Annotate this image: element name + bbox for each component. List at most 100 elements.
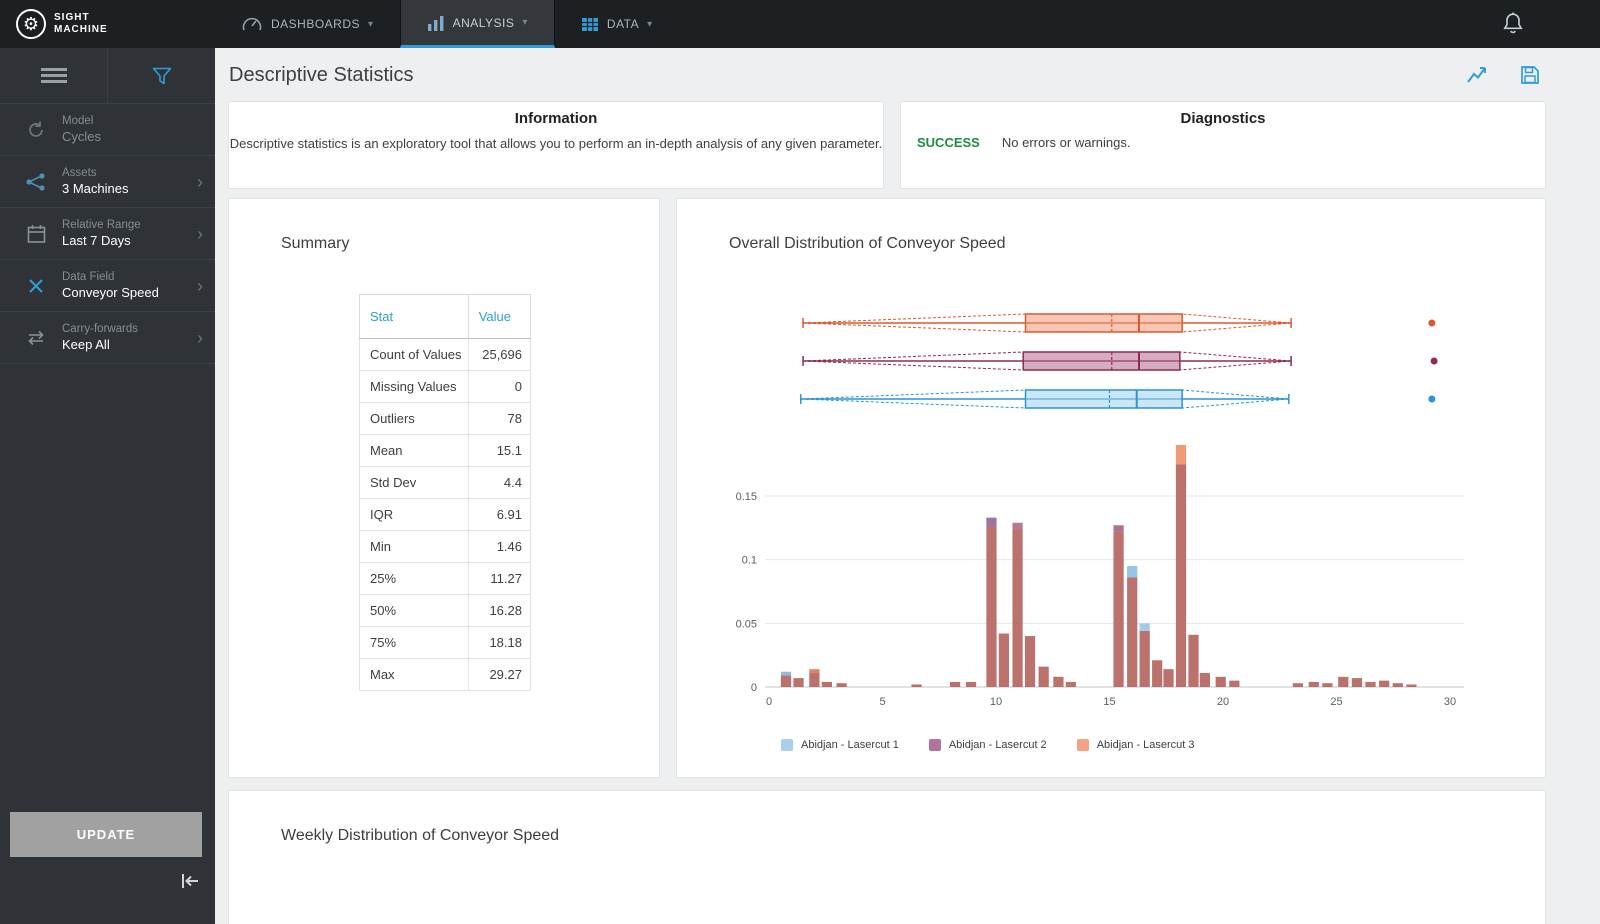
histogram-bar[interactable] (1322, 683, 1333, 687)
outlier-point[interactable] (1428, 395, 1436, 403)
histogram-bar[interactable] (1127, 577, 1138, 687)
histogram-bar[interactable] (793, 678, 804, 687)
table-row: Min 1.46 (359, 530, 532, 563)
chevron-right-icon: › (197, 327, 203, 348)
swap-arrows-icon (24, 330, 48, 346)
histogram-bar[interactable] (836, 683, 847, 687)
histogram-bar[interactable] (1365, 681, 1376, 687)
histogram-bar-cap[interactable] (1012, 522, 1023, 530)
nav-data[interactable]: DATA ▾ (555, 0, 679, 48)
update-button[interactable]: UPDATE (10, 812, 202, 857)
column-header-value[interactable]: Value (467, 294, 532, 339)
histogram-bar[interactable] (1392, 683, 1403, 687)
table-row: IQR 6.91 (359, 498, 532, 531)
histogram-bar[interactable] (1038, 666, 1049, 687)
histogram-bar[interactable] (1351, 678, 1363, 687)
sidebar-item-value: Conveyor Speed (62, 285, 159, 300)
gauge-icon (242, 17, 262, 31)
histogram-bar[interactable] (1139, 630, 1150, 687)
histogram-bar[interactable] (1338, 676, 1349, 687)
sidebar-item-model[interactable]: Model Cycles (0, 104, 215, 156)
save-button[interactable] (1520, 65, 1540, 85)
sidebar-item-data-field[interactable]: Data Field Conveyor Speed › (0, 260, 215, 312)
stat-name: Std Dev (359, 466, 469, 499)
table-row: 50% 16.28 (359, 594, 532, 627)
histogram-bar[interactable] (1215, 676, 1226, 687)
histogram-bar[interactable] (1012, 529, 1023, 687)
app-menu-button[interactable] (1552, 16, 1576, 32)
histogram-bar-cap[interactable] (780, 671, 792, 676)
histogram-bar[interactable] (1024, 636, 1036, 687)
histogram-bar[interactable] (1292, 683, 1304, 687)
filter-button[interactable] (108, 48, 215, 103)
histogram-bar[interactable] (1308, 681, 1319, 687)
sidebar-item-value: Last 7 Days (62, 233, 131, 248)
collapse-sidebar-button[interactable] (179, 871, 201, 896)
chevron-down-icon: ▾ (647, 18, 653, 30)
histogram-bar[interactable] (1199, 672, 1210, 687)
histogram-bar[interactable] (1113, 531, 1124, 687)
y-axis-tick-label: 0.05 (736, 618, 757, 630)
histogram-bar[interactable] (1229, 680, 1240, 687)
histogram-bar[interactable] (1065, 681, 1077, 687)
sidebar-item-value: Keep All (62, 337, 110, 352)
open-chart-button[interactable] (1466, 65, 1488, 85)
gear-logo-icon: ⚙ (16, 9, 46, 39)
weekly-title: Weekly Distribution of Conveyor Speed (281, 827, 560, 844)
boxplot-box[interactable] (1024, 389, 1183, 409)
histogram-bar-cap[interactable] (1175, 445, 1187, 465)
column-header-stat[interactable]: Stat (359, 294, 469, 339)
sidebar-item-assets[interactable]: Assets 3 Machines › (0, 156, 215, 208)
stat-name: Count of Values (359, 338, 469, 371)
sidebar-item-carry-forwards[interactable]: Carry-forwards Keep All › (0, 312, 215, 364)
notifications-button[interactable] (1502, 12, 1524, 36)
boxplot-box[interactable] (1022, 351, 1181, 371)
histogram-bar[interactable] (821, 681, 832, 687)
histogram-bar-cap[interactable] (1127, 566, 1138, 578)
table-icon (581, 17, 598, 31)
table-row: Std Dev 4.4 (359, 466, 532, 499)
histogram-bar[interactable] (1406, 684, 1417, 687)
boxplot-density-line (1182, 389, 1289, 400)
histogram-bar[interactable] (911, 684, 922, 687)
histogram-bar[interactable] (998, 633, 1010, 687)
histogram-bar[interactable] (1379, 680, 1390, 687)
histogram-bar[interactable] (986, 526, 997, 687)
chevron-down-icon: ▾ (368, 18, 374, 30)
table-row: Max 29.27 (359, 658, 532, 691)
legend-item[interactable]: Abidjan - Lasercut 3 (1076, 739, 1195, 751)
table-row: 25% 11.27 (359, 562, 532, 595)
boxplot-density-line (803, 322, 1026, 333)
sidebar-menu-button[interactable] (0, 48, 108, 103)
boxplot-box[interactable] (1024, 313, 1183, 333)
nav-dashboards[interactable]: DASHBOARDS ▾ (215, 0, 400, 48)
nav-analysis[interactable]: ANALYSIS ▾ (399, 0, 555, 48)
brand-logo[interactable]: ⚙ SIGHT MACHINE (0, 0, 215, 48)
histogram-bar[interactable] (1188, 634, 1199, 687)
histogram-bar-cap[interactable] (1113, 525, 1124, 532)
histogram-bar[interactable] (950, 681, 961, 687)
histogram-bar[interactable] (1053, 676, 1064, 687)
histogram-bar[interactable] (1175, 464, 1187, 687)
histogram-bar[interactable] (965, 681, 977, 687)
histogram-bar[interactable] (780, 675, 792, 687)
legend-item[interactable]: Abidjan - Lasercut 1 (781, 739, 899, 751)
sidebar-item-relative-range[interactable]: Relative Range Last 7 Days › (0, 208, 215, 260)
stat-name: 50% (359, 594, 469, 627)
histogram-bar[interactable] (809, 672, 820, 687)
table-row: Count of Values 25,696 (359, 338, 532, 371)
stat-name: Missing Values (359, 370, 469, 403)
status-badge: SUCCESS (917, 135, 980, 150)
distribution-chart[interactable]: 0 0.05 0.1 0.15 0 5 10 15 20 25 30 (697, 287, 1497, 717)
legend-item[interactable]: Abidjan - Lasercut 2 (928, 739, 1047, 751)
chevron-right-icon: › (197, 223, 203, 244)
information-title: Information (514, 110, 598, 127)
diagnostics-card: Diagnostics SUCCESS No errors or warning… (900, 101, 1546, 189)
outlier-point[interactable] (1430, 357, 1438, 365)
histogram-bar-cap[interactable] (1139, 623, 1150, 631)
histogram-bar-cap[interactable] (986, 517, 997, 527)
histogram-bar[interactable] (1152, 660, 1163, 687)
outlier-point[interactable] (1428, 319, 1436, 327)
histogram-bar-cap[interactable] (809, 669, 820, 673)
histogram-bar[interactable] (1163, 669, 1174, 687)
